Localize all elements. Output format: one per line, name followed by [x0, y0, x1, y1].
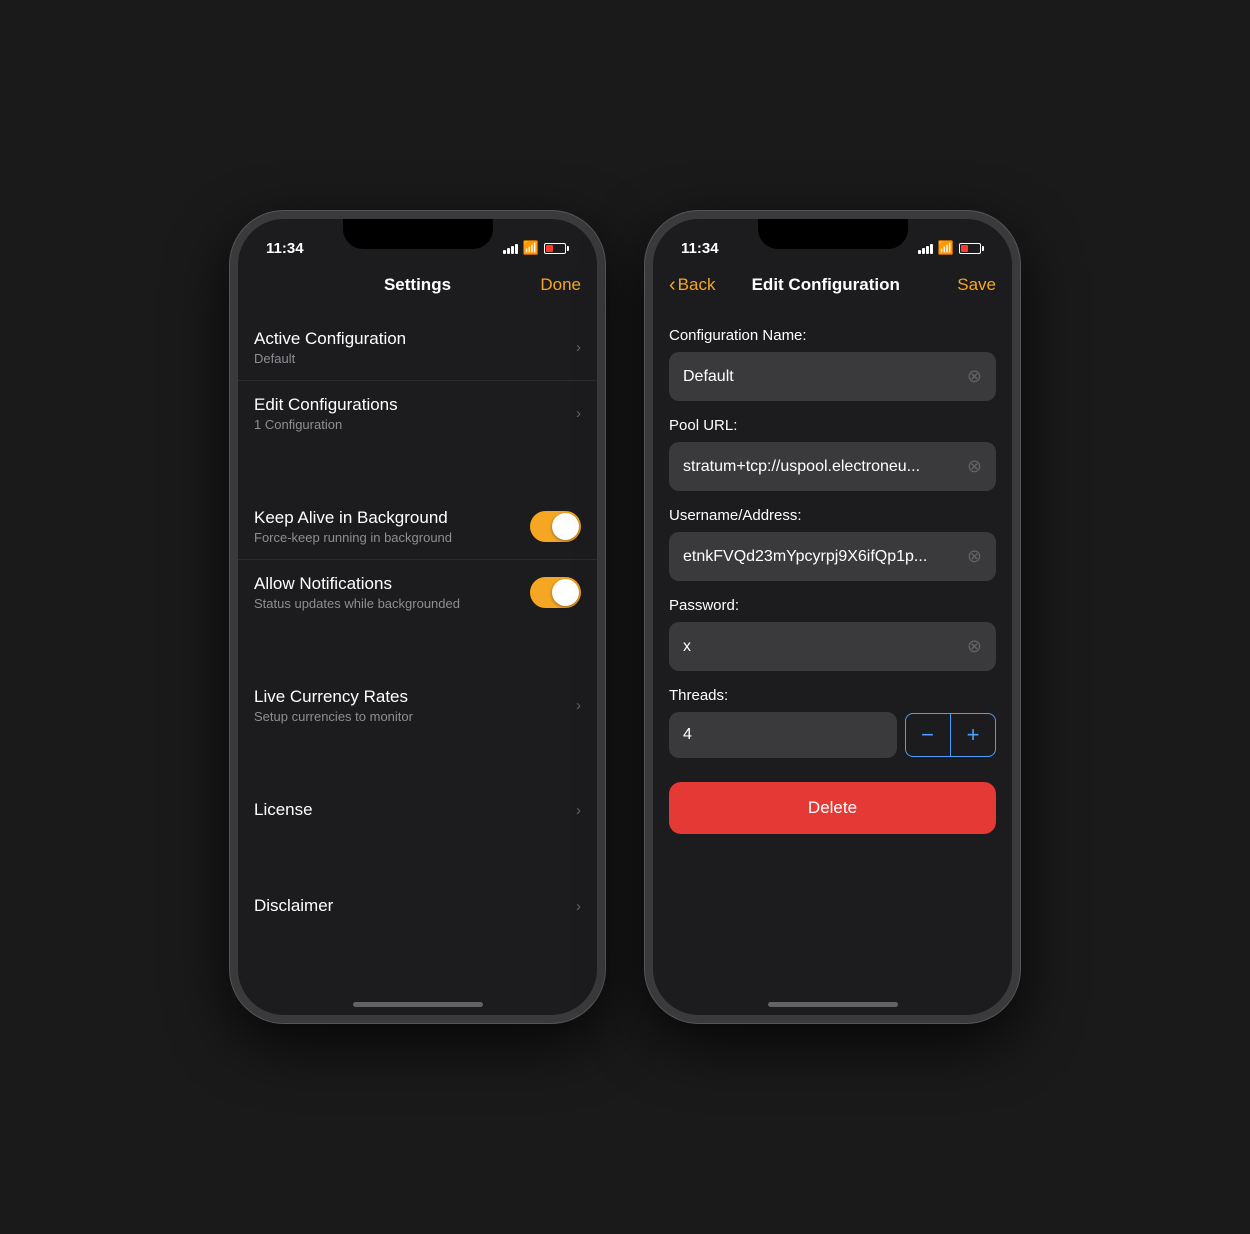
allow-notif-content: Allow Notifications Status updates while…	[254, 574, 530, 611]
live-currency-title: Live Currency Rates	[254, 687, 576, 707]
threads-value: 4	[683, 726, 692, 744]
keep-alive-content: Keep Alive in Background Force-keep runn…	[254, 508, 530, 545]
chevron-left-icon: ‹	[669, 275, 676, 295]
username-input[interactable]: etnkFVQd23mYpcyrpj9X6ifQp1p... ⊗	[669, 532, 996, 581]
keep-alive-subtitle: Force-keep running in background	[254, 530, 530, 545]
back-button[interactable]: ‹ Back	[669, 275, 715, 295]
disclaimer-item[interactable]: Disclaimer ›	[238, 882, 597, 930]
form-content: Configuration Name: Default ⊗ Pool URL: …	[653, 307, 1012, 981]
back-label: Back	[678, 275, 716, 295]
threads-stepper: − +	[905, 713, 997, 757]
chevron-right-icon: ›	[576, 697, 581, 714]
allow-notif-title: Allow Notifications	[254, 574, 530, 594]
live-currency-item[interactable]: Live Currency Rates Setup currencies to …	[238, 673, 597, 738]
home-bar	[353, 1002, 483, 1007]
nav-bar: . Settings Done	[238, 263, 597, 307]
chevron-right-icon: ›	[576, 405, 581, 422]
settings-title: Settings	[314, 275, 521, 295]
chevron-right-icon: ›	[576, 802, 581, 819]
live-currency-subtitle: Setup currencies to monitor	[254, 709, 576, 724]
battery-icon	[959, 243, 984, 254]
active-config-title: Active Configuration	[254, 329, 576, 349]
notch	[343, 219, 493, 249]
license-title: License	[254, 800, 576, 820]
done-button[interactable]: Done	[521, 275, 581, 295]
keep-alive-toggle[interactable]	[530, 511, 581, 542]
screen: 11:34 📶 . Settings	[238, 219, 597, 1015]
chevron-right-icon: ›	[576, 339, 581, 356]
threads-input[interactable]: 4	[669, 712, 897, 758]
delete-button[interactable]: Delete	[669, 782, 996, 834]
config-name-value: Default	[683, 368, 734, 386]
config-name-input[interactable]: Default ⊗	[669, 352, 996, 401]
edit-configurations-item[interactable]: Edit Configurations 1 Configuration ›	[238, 381, 597, 446]
signal-icon	[503, 242, 518, 254]
clear-pool-url-button[interactable]: ⊗	[967, 456, 982, 477]
clear-password-button[interactable]: ⊗	[967, 636, 982, 657]
save-button[interactable]: Save	[936, 275, 996, 295]
edit-config-title: Edit Configuration	[715, 275, 936, 295]
chevron-right-icon: ›	[576, 898, 581, 915]
status-icons: 📶	[918, 240, 992, 256]
config-name-label: Configuration Name:	[669, 327, 996, 344]
section-divider	[238, 762, 597, 786]
section-divider	[238, 649, 597, 673]
pool-url-value: stratum+tcp://uspool.electroneu...	[683, 458, 920, 476]
pool-url-input[interactable]: stratum+tcp://uspool.electroneu... ⊗	[669, 442, 996, 491]
username-label: Username/Address:	[669, 507, 996, 524]
settings-content: Active Configuration Default › Edit Conf…	[238, 307, 597, 981]
toggle-knob	[552, 579, 579, 606]
increment-button[interactable]: +	[951, 714, 995, 756]
section-divider	[238, 858, 597, 882]
home-indicator	[653, 981, 1012, 1015]
keep-alive-title: Keep Alive in Background	[254, 508, 530, 528]
section-license: License ›	[238, 786, 597, 834]
notch	[758, 219, 908, 249]
allow-notifications-toggle[interactable]	[530, 577, 581, 608]
decrement-button[interactable]: −	[906, 714, 950, 756]
threads-label: Threads:	[669, 687, 996, 704]
active-configuration-item[interactable]: Active Configuration Default ›	[238, 315, 597, 381]
section-currency: Live Currency Rates Setup currencies to …	[238, 673, 597, 738]
phone-settings: 11:34 📶 . Settings	[230, 211, 605, 1023]
allow-notifications-item: Allow Notifications Status updates while…	[238, 560, 597, 625]
nav-bar: ‹ Back Edit Configuration Save	[653, 263, 1012, 307]
status-time: 11:34	[673, 240, 719, 257]
status-icons: 📶	[503, 240, 577, 256]
edit-configs-subtitle: 1 Configuration	[254, 417, 576, 432]
wifi-icon: 📶	[523, 240, 539, 256]
keep-alive-item: Keep Alive in Background Force-keep runn…	[238, 494, 597, 560]
username-value: etnkFVQd23mYpcyrpj9X6ifQp1p...	[683, 548, 927, 566]
password-label: Password:	[669, 597, 996, 614]
screen: 11:34 📶 ‹ Ba	[653, 219, 1012, 1015]
section-divider	[238, 470, 597, 494]
home-bar	[768, 1002, 898, 1007]
password-value: x	[683, 638, 691, 656]
wifi-icon: 📶	[938, 240, 954, 256]
password-input[interactable]: x ⊗	[669, 622, 996, 671]
section-toggles: Keep Alive in Background Force-keep runn…	[238, 494, 597, 625]
edit-configs-title: Edit Configurations	[254, 395, 576, 415]
allow-notif-subtitle: Status updates while backgrounded	[254, 596, 530, 611]
battery-icon	[544, 243, 569, 254]
section-disclaimer: Disclaimer ›	[238, 882, 597, 930]
clear-username-button[interactable]: ⊗	[967, 546, 982, 567]
license-item[interactable]: License ›	[238, 786, 597, 834]
active-config-content: Active Configuration Default	[254, 329, 576, 366]
threads-row: 4 − +	[669, 712, 996, 758]
active-config-subtitle: Default	[254, 351, 576, 366]
phone-edit-config: 11:34 📶 ‹ Ba	[645, 211, 1020, 1023]
license-content: License	[254, 800, 576, 820]
signal-icon	[918, 242, 933, 254]
clear-config-name-button[interactable]: ⊗	[967, 366, 982, 387]
toggle-knob	[552, 513, 579, 540]
section-configs: Active Configuration Default › Edit Conf…	[238, 315, 597, 446]
disclaimer-title: Disclaimer	[254, 896, 576, 916]
pool-url-label: Pool URL:	[669, 417, 996, 434]
status-time: 11:34	[258, 240, 304, 257]
edit-configs-content: Edit Configurations 1 Configuration	[254, 395, 576, 432]
disclaimer-content: Disclaimer	[254, 896, 576, 916]
live-currency-content: Live Currency Rates Setup currencies to …	[254, 687, 576, 724]
home-indicator	[238, 981, 597, 1015]
